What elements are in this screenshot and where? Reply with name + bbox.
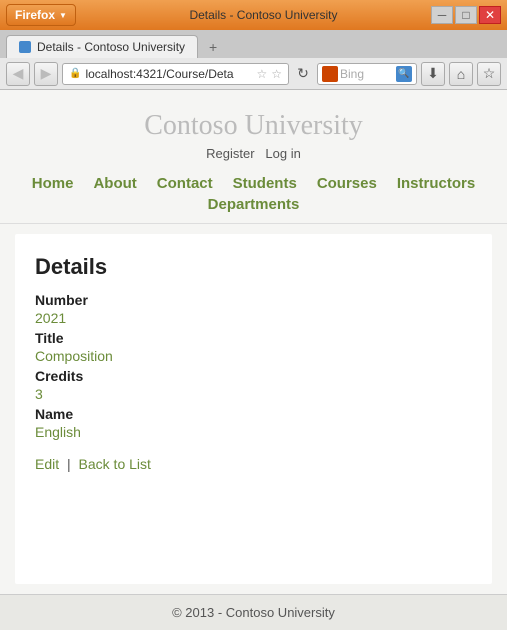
browser-content: Contoso University Register Log in Home … (0, 90, 507, 630)
back-icon: ◀ (13, 65, 24, 82)
search-go-icon[interactable]: 🔍 (396, 66, 412, 82)
nav-departments[interactable]: Departments (198, 196, 310, 213)
window-controls: ─ □ ✕ (431, 6, 501, 24)
field-number-value: 2021 (35, 310, 472, 326)
bookmark2-icon[interactable]: ☆ (271, 67, 282, 81)
refresh-icon: ↻ (297, 65, 309, 82)
tab-label: Details - Contoso University (37, 40, 185, 54)
forward-button[interactable]: ▶ (34, 62, 58, 86)
url-bar[interactable]: 🔒 localhost:4321/Course/Deta ☆ ☆ (62, 63, 289, 85)
navbar: ◀ ▶ 🔒 localhost:4321/Course/Deta ☆ ☆ ↻ B… (0, 58, 507, 90)
browser-window: Firefox ▼ Details - Contoso University ─… (0, 0, 507, 630)
field-title-value: Composition (35, 348, 472, 364)
footer-text: © 2013 - Contoso University (172, 605, 335, 620)
login-link[interactable]: Log in (265, 146, 300, 161)
field-title: Title Composition (35, 330, 472, 364)
nav-instructors[interactable]: Instructors (387, 175, 485, 192)
close-button[interactable]: ✕ (479, 6, 501, 24)
firefox-arrow-icon: ▼ (59, 11, 67, 20)
titlebar: Firefox ▼ Details - Contoso University ─… (0, 0, 507, 30)
firefox-label: Firefox (15, 8, 55, 22)
window-title: Details - Contoso University (76, 8, 431, 22)
field-number: Number 2021 (35, 292, 472, 326)
site-header: Contoso University Register Log in Home … (0, 90, 507, 224)
action-links: Edit | Back to List (35, 456, 472, 472)
back-to-list-link[interactable]: Back to List (79, 456, 151, 472)
active-tab[interactable]: Details - Contoso University (6, 35, 198, 58)
site-footer: © 2013 - Contoso University (0, 594, 507, 630)
bookmarks-icon: ☆ (483, 65, 496, 82)
register-link[interactable]: Register (206, 146, 254, 161)
auth-links: Register Log in (0, 146, 507, 161)
site-nav: Home About Contact Students Courses Inst… (0, 169, 507, 223)
bing-logo-icon (322, 66, 338, 82)
field-name: Name English (35, 406, 472, 440)
action-separator: | (67, 456, 71, 472)
nav-courses[interactable]: Courses (307, 175, 387, 192)
home-icon: ⌂ (457, 66, 465, 82)
download-icon: ⬇ (427, 65, 439, 82)
refresh-button[interactable]: ↻ (293, 64, 313, 84)
content-card: Details Number 2021 Title Composition Cr… (15, 234, 492, 584)
field-title-label: Title (35, 330, 472, 346)
field-credits: Credits 3 (35, 368, 472, 402)
nav-about[interactable]: About (83, 175, 146, 192)
new-tab-button[interactable]: + (202, 37, 224, 57)
maximize-button[interactable]: □ (455, 6, 477, 24)
nav-contact[interactable]: Contact (147, 175, 223, 192)
tabbar: Details - Contoso University + (0, 30, 507, 58)
back-button[interactable]: ◀ (6, 62, 30, 86)
page: Contoso University Register Log in Home … (0, 90, 507, 630)
site-title: Contoso University (0, 110, 507, 142)
nav-home[interactable]: Home (22, 175, 84, 192)
url-security-icon: 🔒 (69, 68, 81, 79)
minimize-button[interactable]: ─ (431, 6, 453, 24)
field-credits-value: 3 (35, 386, 472, 402)
page-heading: Details (35, 254, 472, 280)
forward-icon: ▶ (41, 65, 52, 82)
bookmarks-button[interactable]: ☆ (477, 62, 501, 86)
search-bar[interactable]: Bing 🔍 (317, 63, 417, 85)
header-divider (0, 223, 507, 224)
search-placeholder: Bing (340, 67, 394, 81)
bookmark-icon[interactable]: ☆ (256, 67, 267, 81)
edit-link[interactable]: Edit (35, 456, 59, 472)
nav-students[interactable]: Students (223, 175, 307, 192)
firefox-menu-button[interactable]: Firefox ▼ (6, 4, 76, 26)
url-text: localhost:4321/Course/Deta (85, 67, 252, 81)
field-number-label: Number (35, 292, 472, 308)
tab-favicon-icon (19, 41, 31, 53)
field-name-value: English (35, 424, 472, 440)
field-name-label: Name (35, 406, 472, 422)
download-button[interactable]: ⬇ (421, 62, 445, 86)
home-button[interactable]: ⌂ (449, 62, 473, 86)
field-credits-label: Credits (35, 368, 472, 384)
